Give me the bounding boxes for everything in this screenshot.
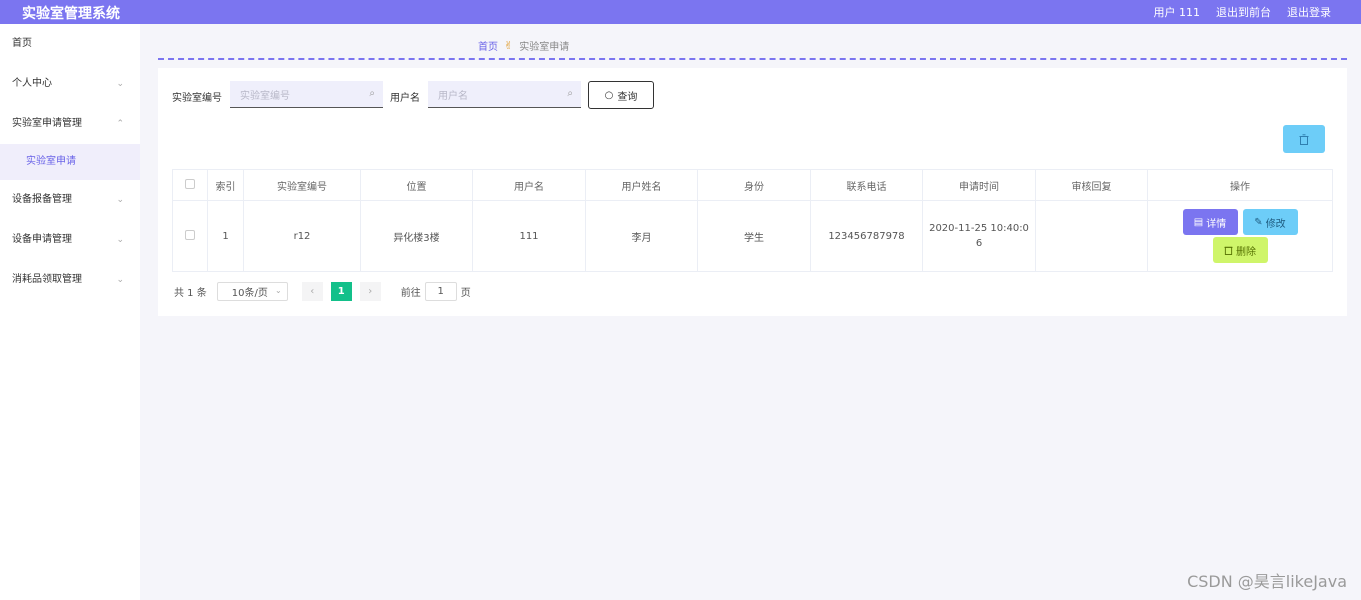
document-icon: ▤ xyxy=(1193,216,1204,228)
column-header: 身份 xyxy=(697,169,811,201)
trash-icon xyxy=(1224,246,1233,255)
delete-label: 删除 xyxy=(1236,246,1256,258)
sidebar-subitem-lab-application[interactable]: 实验室申请 xyxy=(0,144,140,180)
column-header: 操作 xyxy=(1147,169,1333,201)
exit-to-front-link[interactable]: 退出到前台 xyxy=(1216,4,1271,20)
top-bar: 实验室管理系统 用户 111 退出到前台 退出登录 xyxy=(0,0,1361,24)
breadcrumb-current: 实验室申请 xyxy=(519,42,570,53)
query-label: 查询 xyxy=(617,91,638,103)
select-all-checkbox[interactable] xyxy=(185,178,195,189)
detail-label: 详情 xyxy=(1206,218,1227,230)
pagination: 共 1 条 10条/页 ⌄ ‹ 1 › 前往 1 页 xyxy=(174,282,471,301)
pencil-icon: ✎ xyxy=(1254,216,1263,228)
sidebar-item-personal-center[interactable]: 个人中心 ⌄ xyxy=(0,64,140,104)
goto-prefix: 前往 xyxy=(400,288,421,299)
delete-button[interactable]: 删除 xyxy=(1212,237,1268,263)
cell-phone: 123456787978 xyxy=(810,200,923,272)
top-actions: 用户 111 退出到前台 退出登录 xyxy=(1154,4,1332,20)
current-user[interactable]: 用户 111 xyxy=(1154,4,1201,20)
column-header: 申请时间 xyxy=(922,169,1036,201)
edit-label: 修改 xyxy=(1265,218,1286,230)
watermark: CSDN @昊言likeJava xyxy=(1187,572,1347,591)
row-checkbox[interactable] xyxy=(185,229,195,240)
divider xyxy=(158,58,1347,60)
cell-actions: ▤ 详情 ✎ 修改 删除 xyxy=(1147,200,1333,272)
app-title: 实验室管理系统 xyxy=(22,6,120,22)
chevron-down-icon: ⌄ xyxy=(116,79,124,89)
lab-number-label: 实验室编号 xyxy=(172,93,222,104)
table-row: 1 r12 异化楼3楼 111 李月 学生 123456787978 2020-… xyxy=(172,200,1333,272)
column-header: 索引 xyxy=(207,169,244,201)
username-input[interactable]: 用户名 ⌕ xyxy=(428,81,581,108)
sidebar-item-consumables[interactable]: 消耗品领取管理 ⌄ xyxy=(0,260,140,300)
sidebar-item-label: 消耗品领取管理 xyxy=(12,274,82,285)
trash-icon xyxy=(1299,133,1309,145)
lab-number-placeholder: 实验室编号 xyxy=(240,90,290,102)
column-header: 审核回复 xyxy=(1035,169,1148,201)
breadcrumb-home[interactable]: 首页 xyxy=(478,38,498,53)
cell-application-time: 2020-11-25 10:40:0 6 xyxy=(922,200,1036,272)
cell-username: 111 xyxy=(472,200,586,272)
page-size-select[interactable]: 10条/页 ⌄ xyxy=(216,282,288,301)
username-label: 用户名 xyxy=(390,93,420,104)
sidebar-item-lab-application[interactable]: 实验室申请管理 ⌃ xyxy=(0,104,140,144)
username-placeholder: 用户名 xyxy=(438,90,468,102)
batch-delete-button[interactable] xyxy=(1283,125,1325,153)
chevron-up-icon: ⌃ xyxy=(116,119,124,129)
search-icon: ○ xyxy=(604,89,614,101)
cell-index: 1 xyxy=(207,200,244,272)
breadcrumb: 首页 ✌ 实验室申请 xyxy=(478,38,569,53)
row-select-cell xyxy=(172,200,208,272)
chevron-down-icon: ⌄ xyxy=(116,235,124,245)
sidebar-item-label: 设备申请管理 xyxy=(12,234,72,245)
content-panel: 实验室编号 实验室编号 ⌕ 用户名 用户名 ⌕ ○ 查询 索引 实验室编号 位置… xyxy=(158,68,1347,316)
column-header: 联系电话 xyxy=(810,169,923,201)
lab-number-input[interactable]: 实验室编号 ⌕ xyxy=(230,81,383,108)
sidebar-item-label: 设备报备管理 xyxy=(12,194,72,205)
sidebar-item-equipment-report[interactable]: 设备报备管理 ⌄ xyxy=(0,180,140,220)
cell-lab-number: r12 xyxy=(243,200,361,272)
cell-role: 学生 xyxy=(697,200,811,272)
edit-button[interactable]: ✎ 修改 xyxy=(1242,209,1298,235)
table-header-row: 索引 实验室编号 位置 用户名 用户姓名 身份 联系电话 申请时间 审核回复 操… xyxy=(172,169,1333,201)
next-page-button[interactable]: › xyxy=(359,282,381,301)
chevron-down-icon: ⌄ xyxy=(116,275,124,285)
time-line-1: 2020-11-25 10:40:0 xyxy=(929,223,1029,234)
column-header: 用户姓名 xyxy=(585,169,698,201)
cell-review-reply xyxy=(1035,200,1148,272)
time-line-2: 6 xyxy=(975,238,983,249)
sidebar-item-label: 个人中心 xyxy=(12,78,52,89)
column-header: 位置 xyxy=(360,169,473,201)
goto-suffix: 页 xyxy=(460,288,471,299)
sidebar-item-label: 实验室申请管理 xyxy=(12,118,82,129)
column-header: 用户名 xyxy=(472,169,586,201)
application-table: 索引 实验室编号 位置 用户名 用户姓名 身份 联系电话 申请时间 审核回复 操… xyxy=(172,169,1333,272)
chevron-down-icon: ⌄ xyxy=(116,195,124,205)
logout-link[interactable]: 退出登录 xyxy=(1287,4,1331,20)
page-button-current[interactable]: 1 xyxy=(330,282,352,301)
goto-page-input[interactable]: 1 xyxy=(424,282,457,301)
sidebar-item-label: 首页 xyxy=(12,38,32,49)
sidebar-item-equipment-application[interactable]: 设备申请管理 ⌄ xyxy=(0,220,140,260)
sidebar-item-home[interactable]: 首页 xyxy=(0,24,140,64)
detail-button[interactable]: ▤ 详情 xyxy=(1182,209,1238,235)
sidebar: 首页 个人中心 ⌄ 实验室申请管理 ⌃ 实验室申请 设备报备管理 ⌄ 设备申请管… xyxy=(0,24,140,600)
total-count: 共 1 条 xyxy=(174,288,207,299)
select-all-cell xyxy=(172,169,208,201)
cell-location: 异化楼3楼 xyxy=(360,200,473,272)
search-icon: ⌕ xyxy=(567,88,573,99)
search-icon: ⌕ xyxy=(369,88,375,99)
chevron-down-icon: ⌄ xyxy=(275,286,282,295)
query-button[interactable]: ○ 查询 xyxy=(588,81,654,109)
hand-icon: ✌ xyxy=(504,39,514,52)
page-size-value: 10条/页 xyxy=(231,288,268,299)
cell-name: 李月 xyxy=(585,200,698,272)
column-header: 实验室编号 xyxy=(243,169,361,201)
prev-page-button[interactable]: ‹ xyxy=(301,282,323,301)
